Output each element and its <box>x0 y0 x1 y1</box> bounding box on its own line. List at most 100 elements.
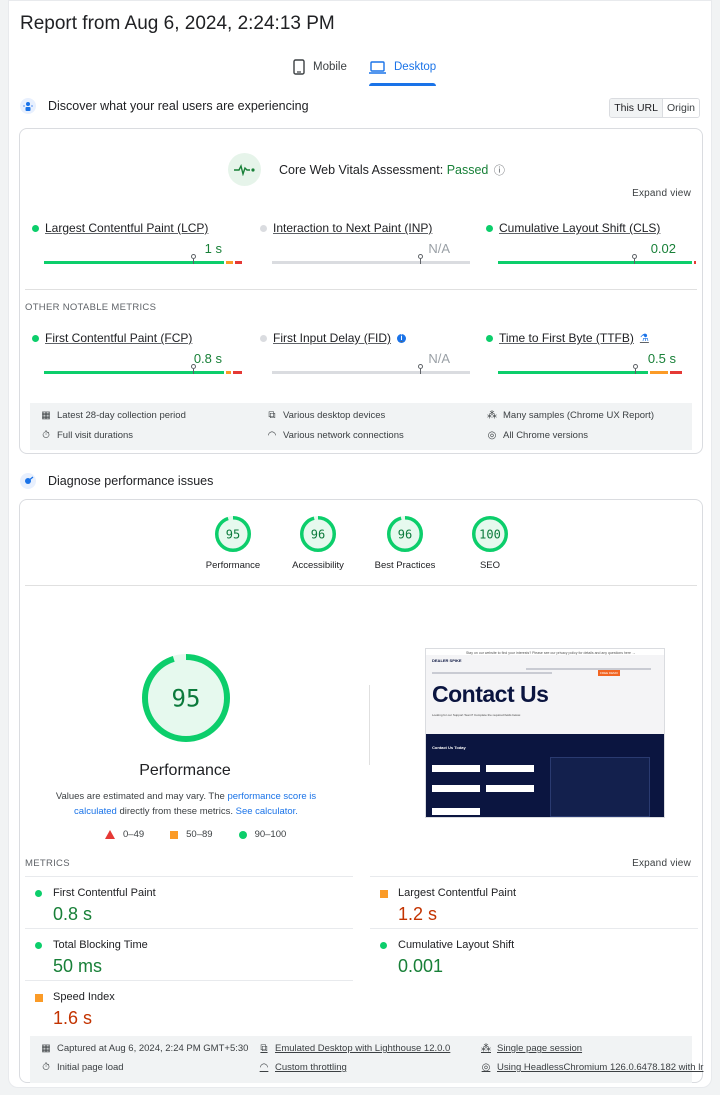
distribution-bar <box>272 371 470 374</box>
footer-item[interactable]: ⁂ Many samples (Chrome UX Report) <box>486 410 654 421</box>
metric-cls-name[interactable]: Cumulative Layout Shift (CLS) <box>486 221 696 235</box>
good-dot-icon <box>380 942 387 949</box>
score-gauge-label: SEO <box>479 560 501 571</box>
lighthouse-icon <box>20 473 36 489</box>
chrome-icon: ◎ <box>487 430 497 441</box>
expand-view-link[interactable]: Expand view <box>632 188 691 199</box>
metric-name: Cumulative Layout Shift <box>398 939 515 951</box>
calculator-link[interactable]: See calculator. <box>236 806 298 817</box>
shot-field <box>432 808 480 815</box>
wifi-icon: ◠ <box>267 430 277 441</box>
metric-name: Total Blocking Time <box>53 939 148 951</box>
metric-ttfb-name[interactable]: Time to First Byte (TTFB) ⚗ <box>486 331 696 345</box>
legend-poor: 0–49 <box>105 829 144 840</box>
metric-ttfb: Time to First Byte (TTFB) ⚗ 0.5 s <box>486 331 696 374</box>
score-value: 100 <box>479 527 501 541</box>
phone-icon <box>293 59 305 75</box>
shot-form: Contact Us Today <box>426 734 664 817</box>
footer-item[interactable]: ◎ Using HeadlessChromium 126.0.6478.182 w… <box>480 1062 704 1073</box>
good-dot-icon <box>32 334 39 342</box>
metric-lcp: Largest Contentful Paint (LCP) 1 s <box>32 221 242 264</box>
url-origin-toggle: This URL Origin <box>609 98 700 118</box>
metric-speed-index: Speed Index 1.6 s <box>25 980 353 1032</box>
shot-field <box>432 765 480 772</box>
metric-cumulative-layout-shift: Cumulative Layout Shift 0.001 <box>370 928 698 980</box>
no-data-dot-icon <box>260 334 267 342</box>
metrics-title: METRICS <box>25 858 70 869</box>
average-square-icon <box>380 890 388 898</box>
help-icon[interactable]: ⓘ <box>494 165 505 177</box>
samples-icon: ⁂ <box>481 1043 491 1054</box>
shot-cta: FREE DEMO <box>598 670 620 676</box>
footer-item[interactable]: ⁂ Single page session <box>480 1043 582 1054</box>
tab-desktop[interactable]: Desktop <box>369 53 437 86</box>
score-value: 96 <box>311 527 325 541</box>
metric-inp-name[interactable]: Interaction to Next Paint (INP) <box>260 221 470 235</box>
device-tabs: Mobile Desktop <box>9 53 711 86</box>
pulse-icon <box>228 153 261 186</box>
users-icon <box>20 98 36 114</box>
real-users-heading-text: Discover what your real users are experi… <box>48 99 309 113</box>
footer-item: ◠ Various network connections <box>267 430 404 441</box>
metric-fcp-name[interactable]: First Contentful Paint (FCP) <box>32 331 242 345</box>
score-gauge-seo[interactable]: 100 SEO <box>435 516 545 571</box>
metric-value: 50 ms <box>53 956 103 976</box>
score-value: 95 <box>172 685 201 713</box>
divider <box>25 585 697 586</box>
final-screenshot[interactable]: Stay on our website to find your interes… <box>425 648 665 818</box>
metric-name: Largest Contentful Paint <box>398 887 517 899</box>
tab-mobile-label: Mobile <box>313 61 347 73</box>
footer-item[interactable]: ⧉ Emulated Desktop with Lighthouse 12.0.0 <box>258 1043 450 1054</box>
p75-marker <box>632 254 637 264</box>
footer-item[interactable]: ◠ Custom throttling <box>258 1062 347 1073</box>
metric-inp-value: N/A <box>428 241 450 256</box>
shot-hero: DEALER SPIKE FREE DEMO Contact Us Lookin… <box>426 655 664 737</box>
shot-section: Contact Us Today <box>432 745 466 750</box>
footer-item: ▦ Latest 28-day collection period <box>41 410 186 421</box>
good-dot-icon <box>32 224 39 232</box>
legend-average: 50–89 <box>170 829 213 840</box>
p75-marker <box>418 364 423 374</box>
legend-good: 90–100 <box>238 829 286 840</box>
tab-desktop-label: Desktop <box>394 61 437 73</box>
tab-mobile[interactable]: Mobile <box>293 53 347 81</box>
lab-data-footer: ▦ Captured at Aug 6, 2024, 2:24 PM GMT+5:… <box>30 1036 703 1083</box>
no-data-dot-icon <box>260 224 267 232</box>
shot-subtext: Looking for our Support Team? Complete t… <box>432 713 521 717</box>
p75-marker <box>191 364 196 374</box>
triangle-icon <box>105 830 115 839</box>
shot-field <box>486 765 534 772</box>
metric-fcp: First Contentful Paint (FCP) 0.8 s <box>32 331 242 374</box>
toggle-origin[interactable]: Origin <box>662 99 699 117</box>
cwv-assessment-label: Core Web Vitals Assessment: <box>279 163 444 177</box>
footer-item: ◎ All Chrome versions <box>487 430 588 441</box>
score-value: 96 <box>398 527 412 541</box>
footer-item: ⧉ Various desktop devices <box>266 410 385 421</box>
distribution-bar <box>272 261 470 264</box>
metric-lcp-name[interactable]: Largest Contentful Paint (LCP) <box>32 221 242 235</box>
info-icon[interactable]: i <box>397 333 407 343</box>
timer-icon: ⏱ <box>42 1062 50 1073</box>
lab-data-card: 95 Performance 96 Accessibility 96 Best Pract… <box>19 499 703 1083</box>
other-metrics-title: OTHER NOTABLE METRICS <box>25 302 157 313</box>
p75-marker <box>418 254 423 264</box>
good-dot-icon <box>486 224 493 232</box>
score-value: 95 <box>226 527 240 541</box>
metric-lcp-value: 1 s <box>204 241 222 256</box>
p75-marker <box>191 254 196 264</box>
toggle-this-url[interactable]: This URL <box>610 99 663 117</box>
score-note: Values are estimated and may vary. The p… <box>55 791 317 817</box>
expand-view-link[interactable]: Expand view <box>632 858 691 869</box>
devices-icon: ⧉ <box>268 410 276 421</box>
metric-name: First Contentful Paint <box>53 887 156 899</box>
performance-label: Performance <box>139 762 231 779</box>
square-icon <box>170 830 179 839</box>
metric-fid-name[interactable]: First Input Delay (FID) i <box>260 331 470 345</box>
report-page: Report from Aug 6, 2024, 2:24:13 PM Mobi… <box>8 0 712 1088</box>
metric-value: 0.001 <box>398 956 444 976</box>
chrome-icon: ◎ <box>481 1062 491 1073</box>
laptop-icon <box>369 60 386 74</box>
shot-nav <box>526 668 651 670</box>
metric-fid: First Input Delay (FID) i N/A <box>260 331 470 374</box>
shot-widget <box>550 757 650 817</box>
